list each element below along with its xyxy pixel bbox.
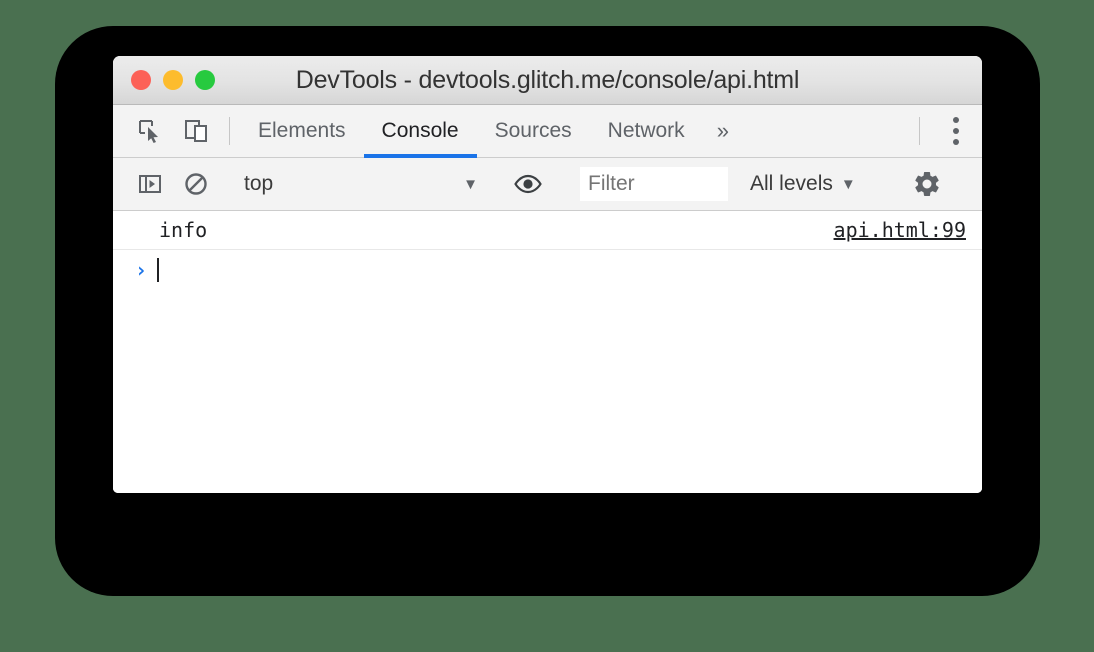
devtools-menu-icon[interactable] — [930, 105, 982, 157]
close-window-button[interactable] — [131, 70, 151, 90]
console-message-source-link[interactable]: api.html:99 — [834, 218, 966, 242]
minimize-window-button[interactable] — [163, 70, 183, 90]
window-titlebar: DevTools - devtools.glitch.me/console/ap… — [113, 56, 982, 105]
window-title: DevTools - devtools.glitch.me/console/ap… — [295, 65, 800, 94]
console-toolbar: top ▼ All levels ▼ — [113, 158, 982, 211]
kebab-dot-3 — [953, 139, 959, 145]
prompt-arrow-icon: › — [135, 258, 148, 282]
settings-button[interactable] — [897, 169, 957, 199]
kebab-dot-1 — [953, 117, 959, 123]
tab-console[interactable]: Console — [363, 105, 477, 158]
devtools-window: DevTools - devtools.glitch.me/console/ap… — [113, 56, 982, 493]
tabbar-divider-2 — [919, 117, 920, 145]
traffic-lights — [113, 70, 215, 90]
log-level-label: All levels — [750, 172, 833, 195]
console-message-row: info api.html:99 — [113, 211, 982, 250]
tabbar-spacer — [743, 105, 909, 157]
tab-network-label: Network — [607, 119, 685, 142]
tab-elements[interactable]: Elements — [240, 105, 364, 157]
console-body: info api.html:99 › — [113, 211, 982, 493]
tabbar-divider-1 — [229, 117, 230, 145]
device-toolbar-icon[interactable] — [173, 105, 219, 157]
inspect-element-icon[interactable] — [127, 105, 173, 157]
devtools-tabbar: Elements Console Sources Network » — [113, 105, 982, 158]
console-empty-area[interactable] — [113, 290, 982, 493]
more-tabs-label: » — [716, 118, 729, 143]
console-prompt-row[interactable]: › — [113, 250, 982, 290]
console-message-text: info — [159, 218, 208, 242]
tab-elements-label: Elements — [258, 119, 346, 142]
screenshot-stage: DevTools - devtools.glitch.me/console/ap… — [0, 0, 1094, 652]
more-tabs-chevron-icon[interactable]: » — [703, 105, 743, 157]
chevron-down-icon: ▼ — [463, 175, 478, 193]
text-cursor — [157, 258, 159, 282]
chevron-down-icon: ▼ — [840, 175, 856, 193]
tab-network[interactable]: Network — [590, 105, 703, 157]
kebab-dot-2 — [953, 128, 959, 134]
execution-context-value: top — [244, 172, 274, 195]
clear-console-icon[interactable] — [173, 171, 219, 197]
execution-context-selector[interactable]: top ▼ — [240, 172, 484, 196]
create-live-expression-icon[interactable] — [505, 173, 551, 195]
console-sidebar-icon[interactable] — [127, 171, 173, 197]
gear-icon — [915, 171, 939, 196]
tab-sources[interactable]: Sources — [477, 105, 590, 157]
tab-sources-label: Sources — [494, 119, 572, 142]
log-level-selector[interactable]: All levels ▼ — [736, 172, 876, 196]
filter-input[interactable] — [580, 167, 728, 201]
maximize-window-button[interactable] — [195, 70, 215, 90]
tab-console-label: Console — [381, 119, 459, 142]
